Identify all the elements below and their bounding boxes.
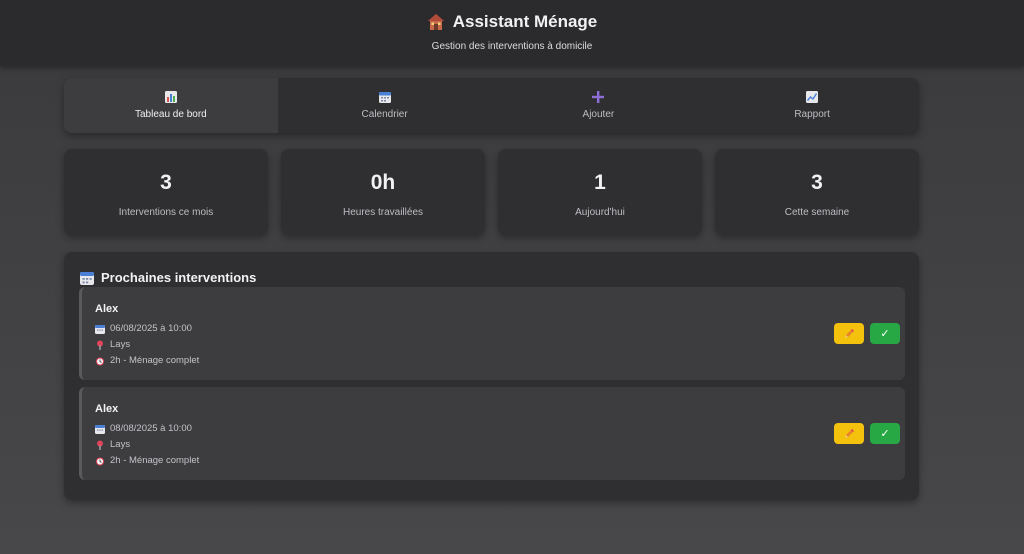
plus-icon [592, 91, 605, 103]
intervention-card[interactable]: Alex 06/08/2025 à 10:00 Lays 2h - Ménage… [79, 287, 905, 380]
datetime-text: 06/08/2025 à 10:00 [110, 323, 192, 334]
tab-label: Rapport [794, 109, 830, 120]
datetime-text: 08/08/2025 à 10:00 [110, 423, 192, 434]
intervention-duration: 2h - Ménage complet [95, 455, 199, 466]
stat-label: Aujourd'hui [575, 207, 625, 218]
location-text: Lays [110, 339, 131, 350]
intervention-duration: 2h - Ménage complet [95, 355, 199, 366]
intervention-card[interactable]: Alex 08/08/2025 à 10:00 Lays 2h - Ménage… [79, 387, 905, 480]
intervention-datetime: 06/08/2025 à 10:00 [95, 323, 192, 334]
upcoming-panel: Prochaines interventions Alex 06/08/2025… [64, 252, 919, 500]
pencil-icon [844, 429, 854, 438]
duration-text: 2h - Ménage complet [110, 455, 200, 466]
intervention-location: Lays [95, 439, 130, 450]
alarm-clock-icon [96, 357, 104, 365]
app-title-row: Assistant Ménage [0, 12, 1024, 32]
stat-card-today: 1 Aujourd'hui [498, 149, 702, 235]
tab-calendar[interactable]: Calendrier [278, 78, 492, 133]
client-name: Alex [95, 303, 119, 315]
tab-label: Ajouter [582, 109, 615, 120]
house-icon [427, 14, 444, 30]
location-text: Lays [110, 439, 131, 450]
edit-button[interactable] [834, 423, 864, 444]
stat-card-hours: 0h Heures travaillées [281, 149, 485, 235]
stats-row: 3 Interventions ce mois 0h Heures travai… [64, 149, 919, 235]
client-name: Alex [95, 403, 119, 415]
pencil-icon [844, 329, 854, 338]
pin-icon [97, 340, 103, 350]
bar-chart-icon [164, 91, 177, 103]
calendar-icon [95, 424, 105, 434]
calendar-icon [95, 324, 105, 334]
stat-value: 0h [370, 171, 396, 194]
intervention-location: Lays [95, 339, 130, 350]
tab-label: Tableau de bord [135, 109, 207, 120]
calendar-icon [378, 92, 391, 103]
line-chart-icon [806, 91, 819, 103]
app-title: Assistant Ménage [452, 12, 598, 31]
stat-value: 3 [160, 171, 172, 194]
pin-icon [97, 440, 103, 450]
mark-done-button[interactable]: ✓ [870, 323, 900, 344]
intervention-datetime: 08/08/2025 à 10:00 [95, 423, 192, 434]
tab-label: Calendrier [361, 109, 408, 120]
stat-card-monthly: 3 Interventions ce mois [64, 149, 268, 235]
tab-add[interactable]: Ajouter [492, 78, 706, 133]
panel-title-row: Prochaines interventions [80, 270, 256, 285]
stat-label: Interventions ce mois [118, 207, 214, 218]
main-nav: Tableau de bord Calendrier Ajouter Rappo… [64, 78, 919, 133]
alarm-clock-icon [96, 457, 104, 465]
stat-value: 3 [811, 171, 823, 194]
stat-label: Cette semaine [784, 207, 850, 218]
app-subtitle: Gestion des interventions à domicile [431, 41, 593, 52]
mark-done-button[interactable]: ✓ [870, 423, 900, 444]
panel-title: Prochaines interventions [101, 270, 257, 285]
stat-label: Heures travaillées [342, 207, 424, 218]
duration-text: 2h - Ménage complet [110, 355, 200, 366]
stat-card-week: 3 Cette semaine [715, 149, 919, 235]
calendar-icon [80, 271, 94, 285]
app-header: Assistant Ménage Gestion des interventio… [0, 0, 1024, 66]
edit-button[interactable] [834, 323, 864, 344]
tab-dashboard[interactable]: Tableau de bord [64, 78, 278, 133]
tab-report[interactable]: Rapport [705, 78, 919, 133]
stat-value: 1 [594, 171, 606, 194]
